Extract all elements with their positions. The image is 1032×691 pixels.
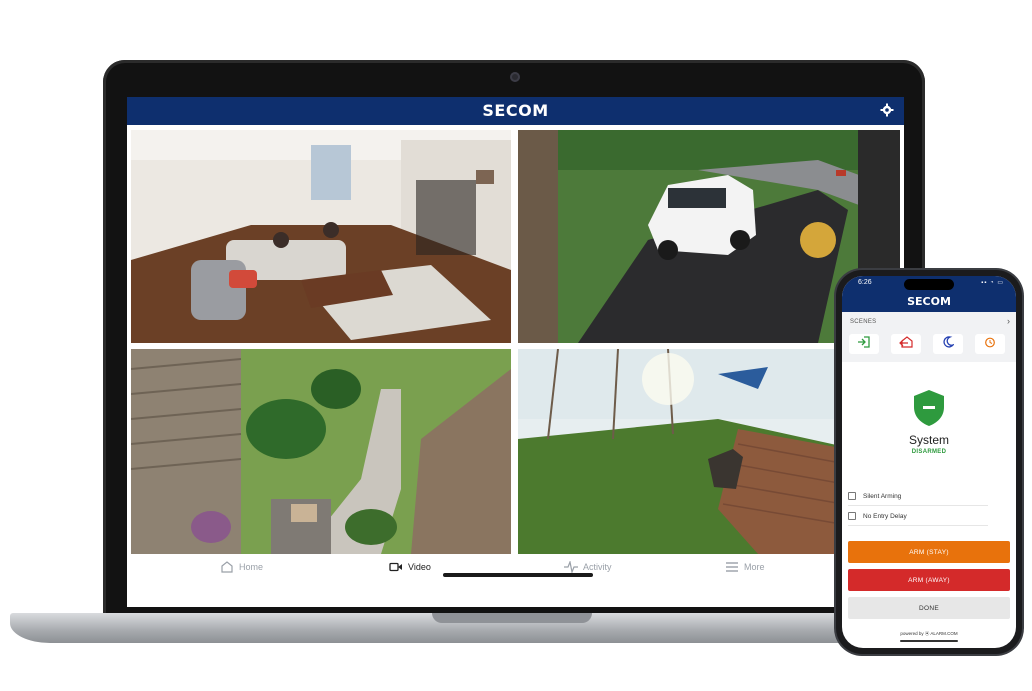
laptop-screen: SECOM Home Video Activity More (127, 97, 904, 607)
silent-arming-checkbox[interactable] (848, 492, 856, 500)
webcam (510, 72, 520, 82)
status-icons: ▪▪ ◔ ▭ (981, 280, 1004, 286)
tab-more-label: More (744, 562, 765, 572)
silent-arming-option[interactable]: Silent Arming (848, 487, 988, 506)
scene-night-button[interactable] (933, 334, 963, 354)
shield-icon[interactable] (912, 389, 946, 427)
video-icon (389, 561, 403, 573)
secom-logo: SECOM (907, 295, 951, 308)
scene-wake-button[interactable] (975, 334, 1005, 354)
system-title: System (908, 433, 949, 447)
scenes-panel: SCENES › (842, 312, 1016, 362)
silent-arming-label: Silent Arming (863, 492, 902, 500)
phone-home-indicator (900, 640, 958, 642)
arm-away-button[interactable]: ARM (AWAY) (848, 569, 1010, 591)
tab-more[interactable]: More (725, 561, 765, 573)
tab-home[interactable]: Home (220, 561, 263, 573)
tab-video[interactable]: Video (389, 561, 431, 573)
alarm-clock-icon (984, 335, 996, 353)
dynamic-island (904, 279, 954, 290)
arrive-home-icon (857, 335, 871, 353)
chevron-right-icon[interactable]: › (1007, 316, 1010, 326)
no-entry-delay-label: No Entry Delay (863, 512, 907, 520)
scene-leave-button[interactable] (891, 334, 921, 354)
leave-home-icon (899, 335, 913, 353)
tab-bar: Home Video Activity More (127, 554, 904, 584)
phone-header: 6:26 ▪▪ ◔ ▭ SECOM (842, 276, 1016, 312)
gear-icon[interactable] (880, 103, 894, 117)
done-button[interactable]: DONE (848, 597, 1010, 619)
arm-stay-button[interactable]: ARM (STAY) (848, 541, 1010, 563)
front-entry-camera[interactable] (131, 349, 511, 554)
home-indicator (443, 573, 593, 577)
home-icon (220, 561, 234, 573)
activity-icon (564, 559, 578, 575)
powered-by: powered by ⦿ ALARM.COM (900, 631, 958, 636)
tab-video-label: Video (408, 562, 431, 572)
phone: 6:26 ▪▪ ◔ ▭ SECOM SCENES › System DISARM… (836, 270, 1022, 654)
living-room-camera[interactable] (131, 130, 511, 343)
tab-home-label: Home (239, 562, 264, 572)
laptop-notch (432, 613, 592, 623)
scene-arrive-button[interactable] (849, 334, 879, 354)
laptop: SECOM Home Video Activity More (103, 60, 925, 620)
system-state: DISARMED (911, 449, 947, 455)
menu-icon (725, 561, 739, 573)
scenes-label: SCENES (850, 319, 877, 325)
app-header: SECOM (127, 97, 904, 125)
tab-activity[interactable]: Activity (564, 559, 612, 575)
phone-screen: 6:26 ▪▪ ◔ ▭ SECOM SCENES › System DISARM… (842, 276, 1016, 648)
no-entry-delay-checkbox[interactable] (848, 512, 856, 520)
moon-icon (942, 335, 955, 353)
secom-logo: SECOM (482, 101, 549, 120)
no-entry-delay-option[interactable]: No Entry Delay (848, 507, 988, 526)
status-time: 6:26 (858, 279, 872, 286)
tab-activity-label: Activity (583, 562, 612, 572)
